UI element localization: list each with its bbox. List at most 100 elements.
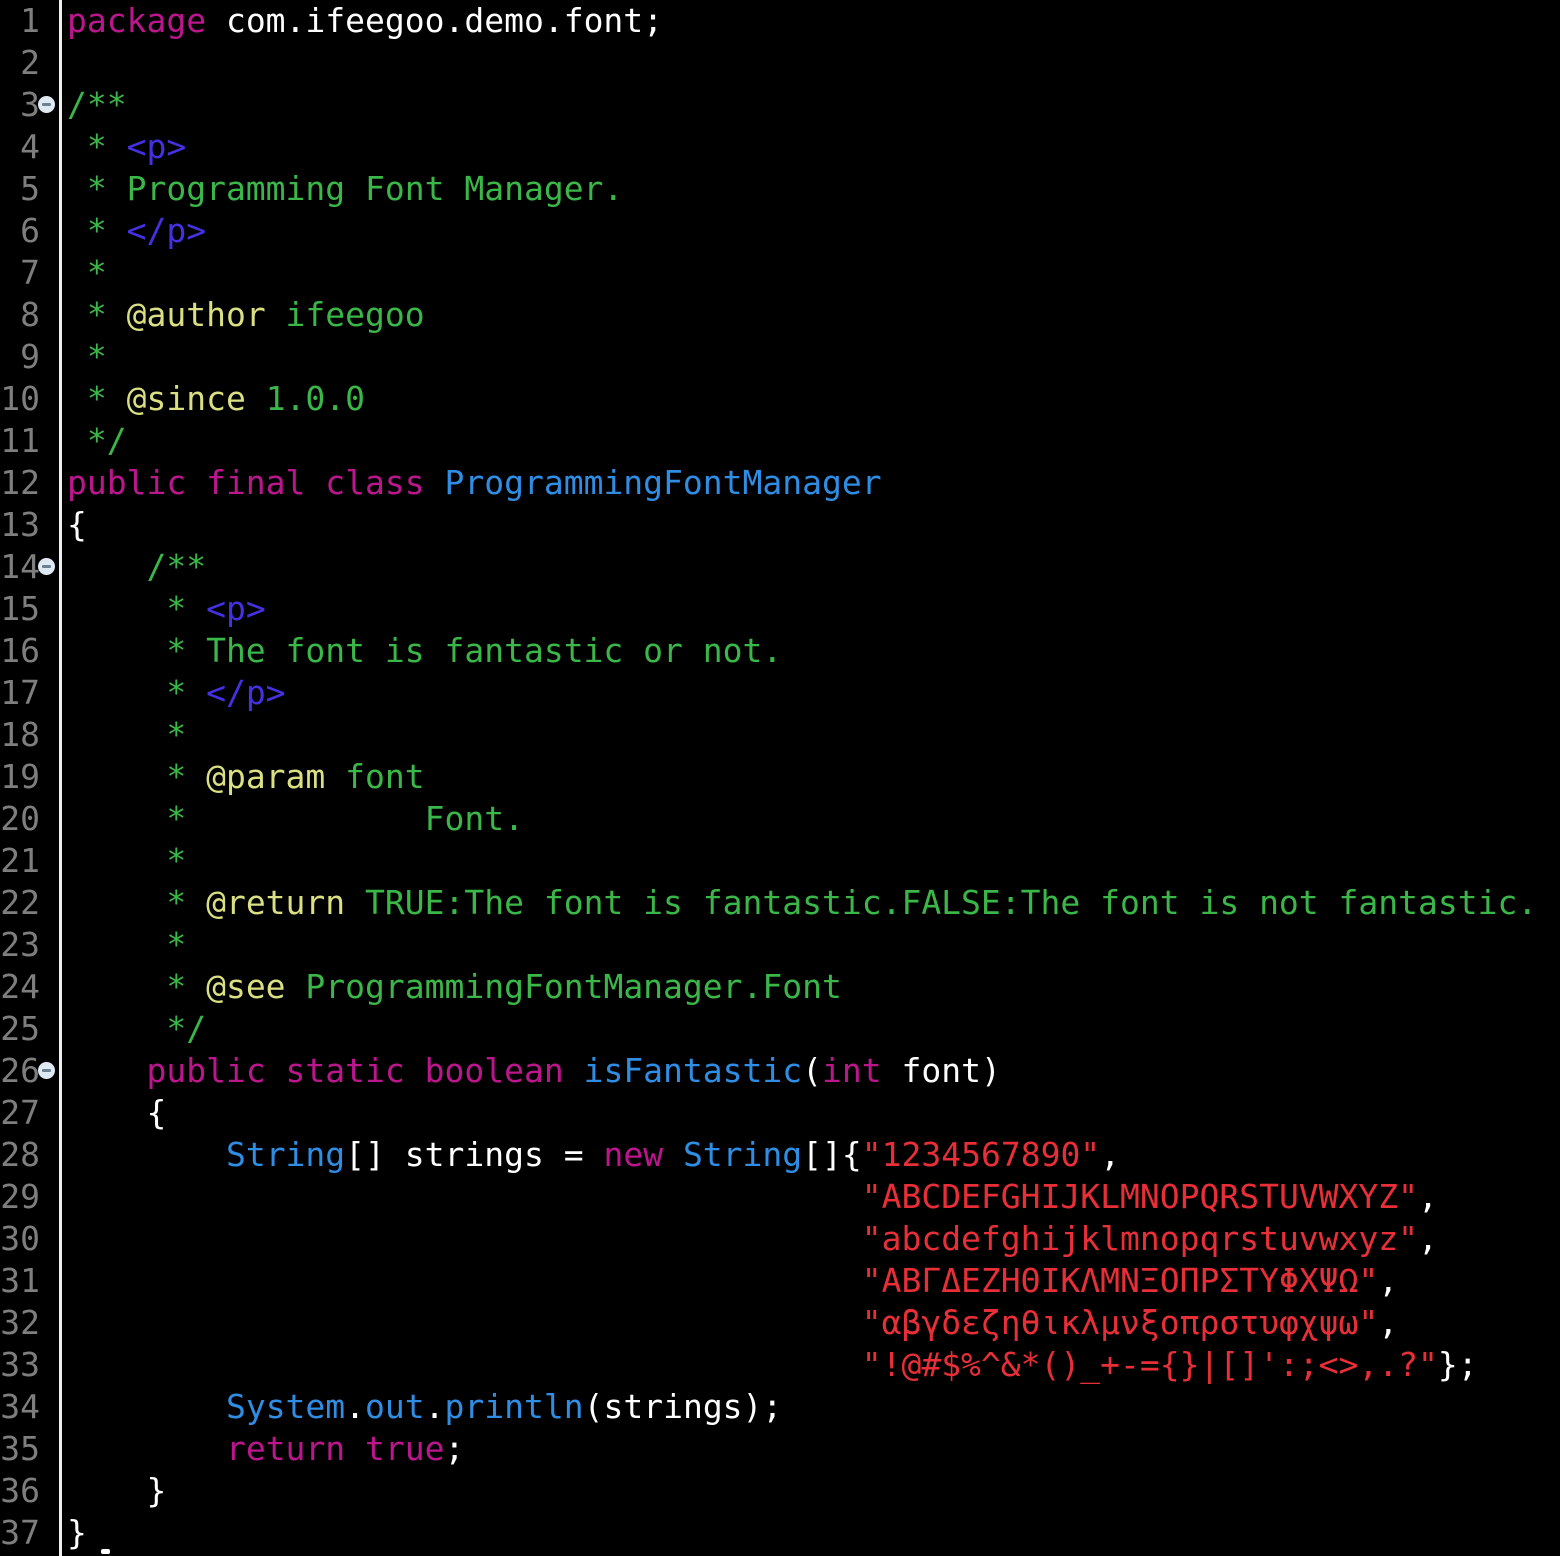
- token-plain: ,: [1100, 1135, 1121, 1174]
- code-line: */: [67, 1008, 1560, 1050]
- token-type: out: [365, 1387, 425, 1426]
- line-number: 35: [0, 1429, 40, 1468]
- token-plain: .: [345, 1387, 366, 1426]
- fold-collapse-icon[interactable]: [38, 558, 55, 575]
- code-line: public final class ProgrammingFontManage…: [67, 462, 1560, 504]
- code-line: * @author ifeegoo: [67, 294, 1560, 336]
- token-comment: TRUE:The font is fantastic.FALSE:The fon…: [345, 883, 1538, 922]
- token-doctag: @see: [206, 967, 286, 1006]
- token-keyword: public static boolean: [146, 1051, 584, 1090]
- token-plain: {: [67, 1093, 167, 1132]
- token-string: "ΑΒΓΔΕΖΗΘΙΚΛΜΝΞΟΠΡΣΤΥΦΧΨΩ": [861, 1261, 1379, 1300]
- token-comment: /**: [67, 547, 207, 586]
- line-number-gutter: 1 2 3 4 5 6 7 8 9 10 11 12 13 14 15 16 17 18 19 20 21 22 23 24 2…: [0, 0, 40, 1554]
- token-plain: (: [802, 1051, 822, 1090]
- token-htmltag: <p>: [126, 127, 187, 166]
- token-comment: 1.0.0: [245, 379, 366, 418]
- token-plain: ,: [1418, 1219, 1438, 1258]
- code-line: * Font.: [67, 798, 1560, 840]
- line-number: 28: [0, 1135, 40, 1174]
- line-number: 21: [0, 841, 40, 880]
- token-type: String: [682, 1135, 803, 1174]
- code-line: * @param font: [67, 756, 1560, 798]
- line-number: 8: [20, 295, 40, 334]
- token-comment: *: [67, 253, 107, 292]
- token-plain: ;: [444, 1429, 465, 1468]
- line-number: 12: [0, 463, 40, 502]
- line-number: 22: [0, 883, 40, 922]
- line-number: 7: [20, 253, 40, 292]
- token-htmltag: </p>: [126, 211, 207, 250]
- token-comment: */: [67, 421, 127, 460]
- line-number: 26: [0, 1051, 40, 1090]
- token-comment: * Font.: [67, 799, 524, 838]
- token-comment: *: [67, 295, 127, 334]
- code-line: /**: [67, 546, 1560, 588]
- line-number: 31: [0, 1261, 40, 1300]
- token-comment: *: [67, 757, 207, 796]
- code-line: return true;: [67, 1428, 1560, 1470]
- token-comment: *: [67, 925, 187, 964]
- token-type: isFantastic: [583, 1051, 803, 1090]
- token-string: "ABCDEFGHIJKLMNOPQRSTUVWXYZ": [861, 1177, 1419, 1216]
- line-number: 10: [0, 379, 40, 418]
- fold-collapse-icon[interactable]: [38, 96, 55, 113]
- token-plain: [] strings =: [345, 1135, 604, 1174]
- code-line: * </p>: [67, 210, 1560, 252]
- token-plain: }: [67, 1471, 167, 1510]
- gutter-separator-line: [59, 0, 62, 1556]
- token-plain: {: [67, 505, 87, 544]
- token-comment: ProgrammingFontManager.Font: [285, 967, 842, 1006]
- line-number: 6: [20, 211, 40, 250]
- line-number: 27: [0, 1093, 40, 1132]
- token-plain: ,: [1378, 1261, 1399, 1300]
- code-line: "!@#$%^&*()_+-={}|[]':;<>,.?"};: [67, 1344, 1560, 1386]
- line-number: 16: [0, 631, 40, 670]
- token-comment: *: [67, 883, 207, 922]
- token-string: "1234567890": [861, 1135, 1101, 1174]
- fold-collapse-icon[interactable]: [38, 1062, 55, 1079]
- token-type: String: [225, 1135, 346, 1174]
- token-comment: font: [325, 757, 425, 796]
- token-plain: }: [67, 1513, 87, 1552]
- token-doctag: @since: [126, 379, 246, 418]
- line-number: 34: [0, 1387, 40, 1426]
- token-plain: ,: [1418, 1177, 1438, 1216]
- token-plain: com.ifeegoo.demo.font;: [206, 1, 664, 40]
- token-comment: *: [67, 127, 127, 166]
- line-number: 15: [0, 589, 40, 628]
- code-line: */: [67, 420, 1560, 462]
- token-type: ProgrammingFontManager: [444, 463, 882, 502]
- token-htmltag: </p>: [206, 673, 286, 712]
- token-keyword: new: [603, 1135, 664, 1174]
- token-doctag: @param: [206, 757, 326, 796]
- fold-minus-icon: [42, 565, 51, 568]
- token-htmltag: <p>: [206, 589, 266, 628]
- code-line: "ΑΒΓΔΕΖΗΘΙΚΛΜΝΞΟΠΡΣΤΥΦΧΨΩ",: [67, 1260, 1560, 1302]
- token-comment: * Programming Font Manager.: [67, 169, 624, 208]
- token-type: System: [225, 1387, 346, 1426]
- line-number: 2: [20, 43, 40, 82]
- code-line: {: [67, 504, 1560, 546]
- line-number: 20: [0, 799, 40, 838]
- code-line: * @see ProgrammingFontManager.Font: [67, 966, 1560, 1008]
- line-number: 32: [0, 1303, 40, 1342]
- code-line: * The font is fantastic or not.: [67, 630, 1560, 672]
- token-keyword: return true: [225, 1429, 445, 1468]
- code-area[interactable]: package com.ifeegoo.demo.font;/** * <p> …: [67, 0, 1560, 1554]
- token-keyword: int: [822, 1051, 882, 1090]
- line-number: 11: [0, 421, 40, 460]
- fold-minus-icon: [42, 103, 51, 106]
- token-plain: (strings);: [583, 1387, 783, 1426]
- line-number: 18: [0, 715, 40, 754]
- token-plain: .: [424, 1387, 445, 1426]
- token-comment: *: [67, 841, 187, 880]
- token-type: println: [444, 1387, 584, 1426]
